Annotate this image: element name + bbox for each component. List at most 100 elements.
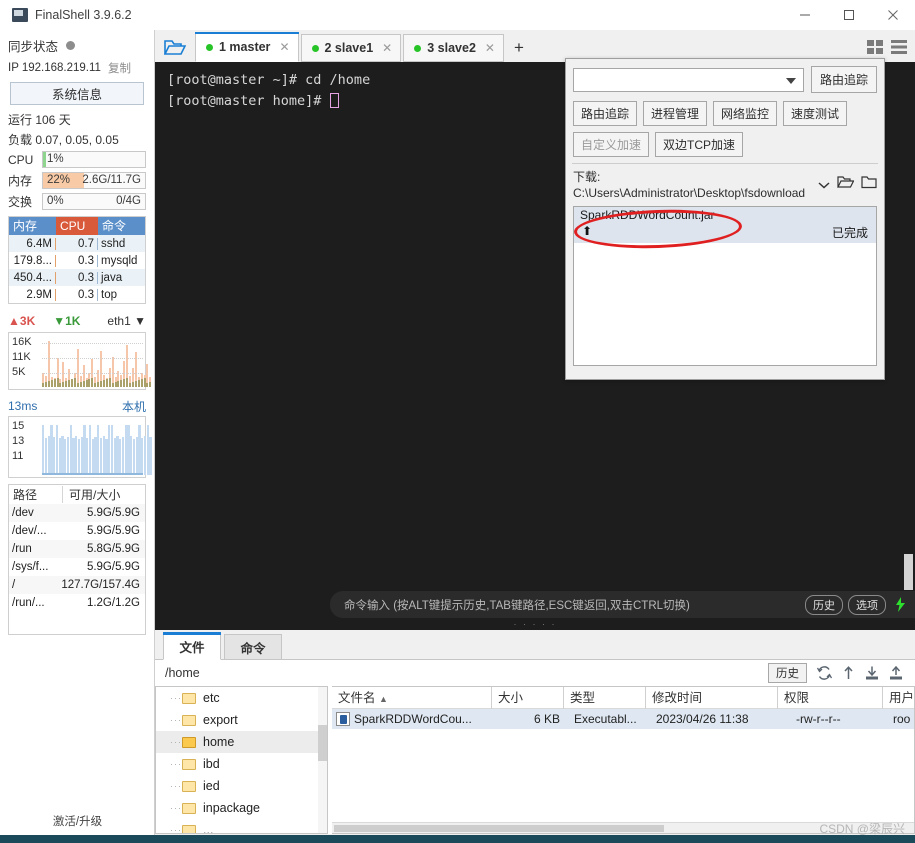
network-baseline-bar <box>102 380 105 387</box>
tab-1-master[interactable]: 1 master ✕ <box>195 32 299 62</box>
trace-input-row: 路由追踪 <box>566 59 884 99</box>
tab-close-icon[interactable]: ✕ <box>382 41 392 55</box>
process-mem: 6.4M <box>9 237 56 250</box>
table-row[interactable]: / 127.7G/157.4G <box>9 576 145 594</box>
column-header-filename[interactable]: 文件名 ▲ <box>332 686 492 709</box>
activate-upgrade-link[interactable]: 激活/升级 <box>0 813 154 829</box>
sysinfo-button[interactable]: 系统信息 <box>10 82 144 105</box>
tree-item-inpackage[interactable]: ··· inpackage <box>156 797 327 819</box>
tab-2-slave1[interactable]: 2 slave1 ✕ <box>300 34 402 62</box>
process-table: 内存 CPU 命令 6.4M 0.7 sshd 179.8... 0.3 mys… <box>8 216 146 304</box>
list-view-icon[interactable] <box>888 37 910 57</box>
network-baseline-bar <box>88 379 91 387</box>
terminal-history-button[interactable]: 历史 <box>805 594 843 615</box>
speed-test-button[interactable]: 速度测试 <box>783 101 848 126</box>
column-header-modified[interactable]: 修改时间 <box>646 686 778 709</box>
bolt-icon[interactable] <box>895 597 906 612</box>
process-manager-button[interactable]: 进程管理 <box>643 101 708 126</box>
network-baseline-bar <box>91 378 94 387</box>
directory-tree[interactable]: ··· etc ··· export ··· home ··· ibd ··· … <box>155 686 328 834</box>
tab-close-icon[interactable]: ✕ <box>485 41 495 55</box>
open-folder-icon[interactable] <box>837 175 855 194</box>
disk-header-path: 路径 <box>9 486 63 503</box>
process-header-mem: 内存 <box>9 217 56 235</box>
table-row[interactable]: /dev/... 5.9G/5.9G <box>9 522 145 540</box>
tab-3-slave2[interactable]: 3 slave2 ✕ <box>403 34 504 62</box>
download-list-item[interactable]: SparkRDDWordCount.jar ⬆ 已完成 <box>573 207 876 251</box>
path-bar: /home 历史 <box>155 660 915 686</box>
file-list[interactable]: 文件名 ▲ 大小 类型 修改时间 权限 用户 SparkRDDWordCou..… <box>331 686 915 834</box>
maximize-button[interactable] <box>827 0 871 30</box>
column-header-permission[interactable]: 权限 <box>778 686 883 709</box>
tree-item-export[interactable]: ··· export <box>156 709 327 731</box>
minimize-button[interactable] <box>783 0 827 30</box>
network-monitor-button[interactable]: 网络监控 <box>713 101 778 126</box>
tree-scrollbar[interactable] <box>317 687 327 833</box>
host-combo-input[interactable] <box>573 67 804 92</box>
folder-icon[interactable] <box>861 175 877 194</box>
table-row[interactable]: 6.4M 0.7 sshd <box>9 235 145 252</box>
swap-meter-percent: 0% <box>47 195 64 207</box>
upload-icon[interactable] <box>842 666 855 680</box>
tree-item-label: ... <box>203 823 214 834</box>
column-header-type[interactable]: 类型 <box>564 686 646 709</box>
file-list-row[interactable]: SparkRDDWordCou... 6 KB Executabl... 202… <box>331 709 914 729</box>
folder-icon <box>182 780 196 792</box>
table-row[interactable]: 2.9M 0.3 top <box>9 286 145 303</box>
uptime-row: 运行 106 天 <box>0 109 154 129</box>
refresh-icon[interactable] <box>817 666 832 680</box>
tree-item-ied[interactable]: ··· ied <box>156 775 327 797</box>
network-upload: ▲3K <box>8 314 36 328</box>
terminal-scrollbar[interactable] <box>904 62 913 630</box>
terminal-options-button[interactable]: 选项 <box>848 594 886 615</box>
new-tab-button[interactable]: + <box>506 34 532 62</box>
trace-route-tool-button[interactable]: 路由追踪 <box>573 101 638 126</box>
copy-link[interactable]: 复制 <box>108 60 131 76</box>
table-row[interactable]: /run/... 1.2G/1.2G <box>9 594 145 612</box>
file-history-button[interactable]: 历史 <box>768 663 807 683</box>
network-baseline-bar <box>56 378 59 387</box>
file-list-header: 文件名 ▲ 大小 类型 修改时间 权限 用户 <box>331 686 914 709</box>
tab-files[interactable]: 文件 <box>163 632 221 660</box>
grid-view-icon[interactable] <box>864 37 886 57</box>
tree-item-ibd[interactable]: ··· ibd <box>156 753 327 775</box>
tree-item-more[interactable]: ··· ... <box>156 819 327 834</box>
command-input-bar[interactable]: 命令输入 (按ALT键提示历史,TAB键路径,ESC键返回,双击CTRL切换) … <box>330 591 915 618</box>
column-header-user[interactable]: 用户 <box>883 687 914 709</box>
table-row[interactable]: /sys/f... 5.9G/5.9G <box>9 558 145 576</box>
tree-scrollbar-thumb[interactable] <box>317 725 327 761</box>
sysinfo-button-wrap: 系统信息 <box>0 79 154 109</box>
file-list-scrollbar-thumb[interactable] <box>333 825 664 832</box>
custom-accel-button[interactable]: 自定义加速 <box>573 132 650 157</box>
network-interface-select[interactable]: eth1 ▼ <box>107 314 146 328</box>
download-list[interactable]: SparkRDDWordCount.jar ⬆ 已完成 <box>573 206 877 366</box>
table-row[interactable]: 179.8... 0.3 mysqld <box>9 252 145 269</box>
load-value: 负载 0.07, 0.05, 0.05 <box>8 132 119 147</box>
panel-resize-grip[interactable]: · · · · · <box>514 619 557 629</box>
download-file-icon[interactable] <box>865 666 879 680</box>
tab-close-icon[interactable]: ✕ <box>279 40 289 54</box>
column-header-size[interactable]: 大小 <box>492 686 564 709</box>
process-cpu: 0.3 <box>56 271 98 284</box>
process-mem: 450.4... <box>9 271 56 284</box>
folder-icon <box>182 802 196 814</box>
tab-commands[interactable]: 命令 <box>224 634 282 660</box>
tree-item-home[interactable]: ··· home <box>156 731 327 753</box>
tree-item-etc[interactable]: ··· etc <box>156 687 327 709</box>
tcp-accel-button[interactable]: 双边TCP加速 <box>655 132 744 157</box>
tree-item-label: home <box>203 735 235 749</box>
current-path[interactable]: /home <box>165 666 200 680</box>
table-row[interactable]: /dev 5.9G/5.9G <box>9 504 145 522</box>
terminal-scrollbar-thumb[interactable] <box>904 554 913 590</box>
file-type: Executabl... <box>573 712 637 726</box>
close-button[interactable] <box>871 0 915 30</box>
tree-item-label: inpackage <box>203 801 260 815</box>
trace-route-button[interactable]: 路由追踪 <box>810 66 877 93</box>
open-folder-icon[interactable] <box>155 32 195 62</box>
upload-file-icon[interactable] <box>889 666 903 680</box>
upload-arrow-icon: ⬆ <box>582 224 593 238</box>
chevron-down-icon[interactable] <box>818 176 830 194</box>
table-row[interactable]: /run 5.8G/5.9G <box>9 540 145 558</box>
table-row[interactable]: 450.4... 0.3 java <box>9 269 145 286</box>
command-bar-actions: 历史 选项 <box>800 594 915 615</box>
